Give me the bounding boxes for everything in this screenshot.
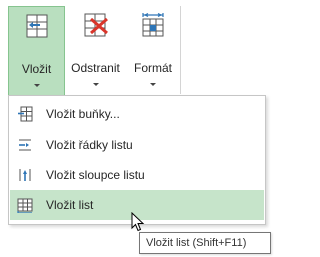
- menu-item-label: Vložit buňky...: [46, 107, 120, 121]
- menu-item-label: Vložit řádky listu: [46, 138, 133, 152]
- insert-rows-icon: [19, 139, 31, 151]
- ribbon-separator: [180, 6, 181, 94]
- tooltip-text: Vložit list (Shift+F11): [146, 237, 247, 249]
- chevron-down-icon: [33, 84, 40, 87]
- insert-button-label: Vložit: [21, 62, 52, 76]
- menu-item-label: Vložit sloupce listu: [46, 168, 145, 182]
- chevron-down-icon: [92, 83, 99, 86]
- format-cells-icon: [142, 13, 164, 37]
- mouse-pointer-icon: [131, 212, 145, 232]
- delete-cells-icon: [84, 13, 108, 37]
- menu-item-insert-rows[interactable]: Vložit řádky listu: [10, 130, 264, 160]
- delete-button-label: Odstranit: [71, 61, 120, 75]
- menu-item-insert-cells[interactable]: Vložit buňky...: [10, 99, 264, 129]
- ribbon-cells-group: Vložit Odstranit Formát: [0, 0, 276, 98]
- tooltip: Vložit list (Shift+F11): [139, 232, 271, 254]
- insert-dropdown-menu: Vložit buňky... Vložit řádky listu Vloži…: [8, 95, 266, 225]
- format-button-label: Formát: [133, 61, 172, 75]
- delete-button[interactable]: Odstranit: [64, 6, 127, 94]
- menu-item-insert-columns[interactable]: Vložit sloupce listu: [10, 160, 264, 190]
- insert-cells-icon: [26, 14, 47, 38]
- menu-item-label: Vložit list: [46, 198, 94, 212]
- insert-button[interactable]: Vložit: [8, 6, 65, 95]
- insert-sheet-icon: [17, 198, 33, 213]
- format-button[interactable]: Formát: [128, 6, 178, 94]
- insert-columns-icon: [19, 169, 31, 181]
- insert-cells-icon: [18, 106, 33, 122]
- chevron-down-icon: [150, 83, 156, 86]
